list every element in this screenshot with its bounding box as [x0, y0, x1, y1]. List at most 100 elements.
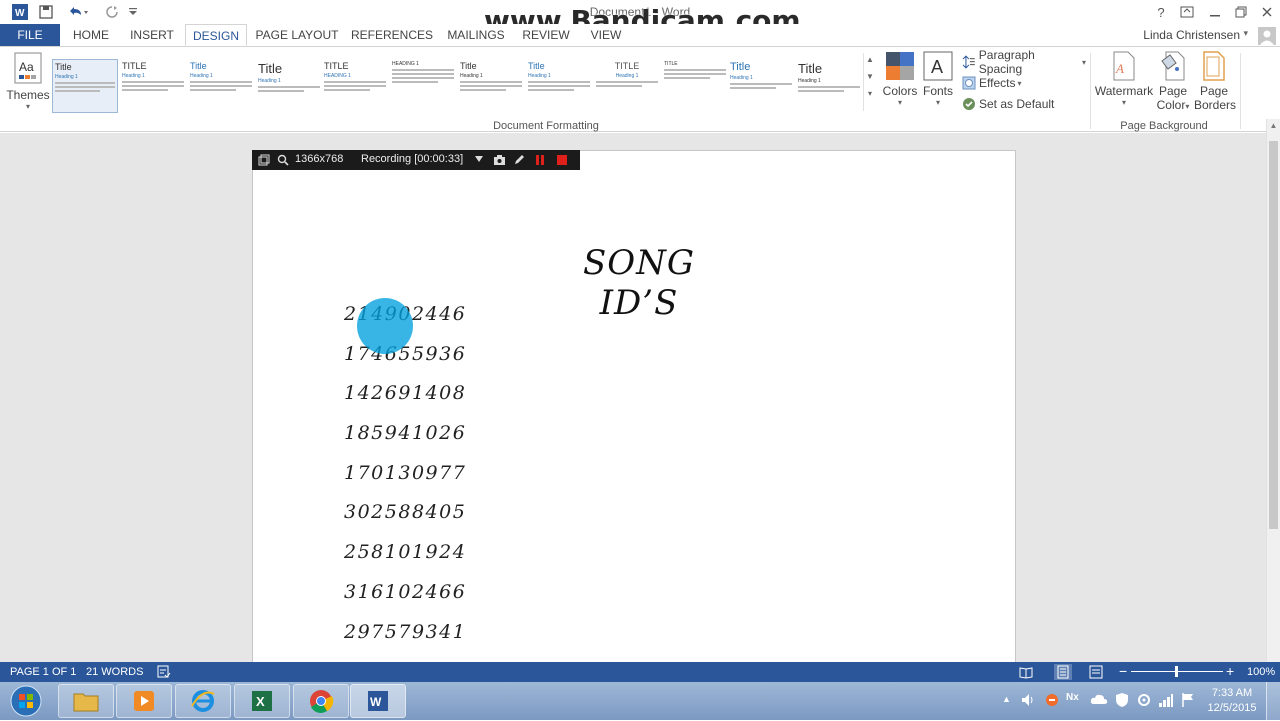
internet-explorer-icon: [191, 690, 215, 712]
customize-qat-icon[interactable]: [126, 3, 140, 21]
taskbar-explorer[interactable]: [58, 684, 114, 718]
style-set-thumbnail[interactable]: Title Heading 1: [52, 59, 118, 113]
user-avatar-icon[interactable]: [1258, 27, 1276, 45]
song-id-line: 302588405: [344, 501, 467, 523]
song-id-line: 174655936: [344, 343, 467, 365]
style-title: Title: [190, 61, 207, 71]
tab-design[interactable]: DESIGN: [185, 24, 247, 46]
action-center-flag-icon[interactable]: [1180, 692, 1196, 711]
web-layout-icon[interactable]: [1089, 665, 1103, 682]
page-borders-button[interactable]: Page Borders: [1194, 51, 1236, 115]
save-icon[interactable]: [36, 3, 56, 21]
zoom-in-icon[interactable]: +: [1226, 663, 1234, 679]
style-set-thumbnail[interactable]: TITLE: [662, 59, 728, 113]
chevron-down-icon: ▾: [25, 102, 30, 111]
taskbar-excel[interactable]: X: [234, 684, 290, 718]
colors-button[interactable]: Colors ▾: [882, 51, 918, 115]
taskbar-internet-explorer[interactable]: [175, 684, 231, 718]
user-account[interactable]: Linda Christensen: [1143, 28, 1240, 42]
page-borders-label-1: Page: [1199, 84, 1229, 98]
ribbon-display-options-icon[interactable]: [1174, 2, 1200, 22]
set-as-default-button[interactable]: Set as Default: [962, 95, 1062, 113]
document-page[interactable]: SONG ID’S 214902446 174655936 142691408 …: [252, 150, 1016, 662]
gallery-scroll: ▲ ▼ ▾: [863, 53, 876, 111]
style-set-thumbnail[interactable]: Title Heading 1: [728, 59, 794, 113]
tab-page-layout[interactable]: PAGE LAYOUT: [252, 24, 342, 46]
themes-button[interactable]: Aa Themes ▾: [6, 51, 50, 115]
tray-shield-icon[interactable]: [1114, 692, 1130, 711]
style-set-thumbnail[interactable]: Title Heading 1: [796, 59, 862, 113]
tab-mailings[interactable]: MAILINGS: [442, 24, 510, 46]
style-set-thumbnail[interactable]: TITLE Heading 1: [120, 59, 186, 113]
taskbar-chrome[interactable]: [293, 684, 349, 718]
style-set-thumbnail[interactable]: TITLE HEADING 1: [322, 59, 388, 113]
zoom-level[interactable]: 100%: [1247, 666, 1275, 678]
tab-file[interactable]: FILE: [0, 24, 60, 46]
capture-resolution: 1366x768: [295, 153, 344, 165]
proofing-icon[interactable]: [157, 665, 171, 682]
tab-view[interactable]: VIEW: [582, 24, 630, 46]
show-hidden-icons-icon[interactable]: ▲: [1002, 694, 1011, 704]
camera-icon[interactable]: [493, 154, 506, 169]
scroll-up-icon[interactable]: ▲: [1267, 121, 1280, 130]
tab-insert[interactable]: INSERT: [122, 24, 182, 46]
style-set-thumbnail[interactable]: TITLE Heading 1: [594, 59, 660, 113]
chevron-down-icon[interactable]: ▾: [1243, 28, 1248, 39]
page-color-label-2: Color▾: [1152, 98, 1194, 112]
tray-app-icon[interactable]: [1044, 692, 1060, 711]
onedrive-icon[interactable]: [1090, 692, 1108, 709]
stop-icon[interactable]: [556, 154, 568, 169]
window-mode-icon[interactable]: [258, 154, 270, 169]
pencil-icon[interactable]: [513, 154, 525, 169]
zoom-slider-thumb[interactable]: [1175, 666, 1178, 677]
paragraph-spacing-button[interactable]: Paragraph Spacing ▾: [962, 48, 1086, 76]
vertical-scrollbar[interactable]: ▲: [1266, 119, 1280, 662]
fonts-label: Fonts: [922, 84, 953, 98]
style-set-thumbnail[interactable]: Title Heading 1: [188, 59, 254, 113]
restore-button[interactable]: [1228, 2, 1254, 22]
dropdown-icon[interactable]: [474, 154, 484, 167]
language-icon[interactable]: Nx: [1066, 692, 1079, 703]
effects-button[interactable]: Effects ▾: [962, 74, 1042, 92]
scroll-thumb[interactable]: [1269, 141, 1278, 529]
tab-references[interactable]: REFERENCES: [350, 24, 434, 46]
gallery-up-icon[interactable]: ▲: [864, 55, 876, 64]
word-app-icon[interactable]: W: [10, 3, 30, 21]
group-divider: [1090, 53, 1091, 129]
help-button[interactable]: ?: [1148, 2, 1174, 22]
style-set-thumbnail[interactable]: Title Heading 1: [526, 59, 592, 113]
tab-review[interactable]: REVIEW: [514, 24, 578, 46]
tray-utility-icon[interactable]: [1136, 692, 1152, 711]
svg-text:W: W: [370, 695, 382, 709]
page-indicator[interactable]: PAGE 1 OF 1: [10, 666, 76, 678]
taskbar-media-player[interactable]: [116, 684, 172, 718]
minimize-button[interactable]: [1202, 2, 1228, 22]
taskbar-word[interactable]: W: [350, 684, 406, 718]
gallery-more-icon[interactable]: ▾: [864, 89, 876, 98]
redo-icon[interactable]: [102, 3, 122, 21]
pause-icon[interactable]: [534, 154, 546, 169]
status-bar: PAGE 1 OF 1 21 WORDS − + 100%: [0, 662, 1280, 682]
style-set-thumbnail[interactable]: Title Heading 1: [458, 59, 524, 113]
watermark-button[interactable]: A Watermark ▾: [1094, 51, 1154, 115]
volume-icon[interactable]: [1020, 692, 1036, 711]
show-desktop-button[interactable]: [1266, 682, 1280, 720]
song-id-line: 170130977: [344, 462, 467, 484]
gallery-down-icon[interactable]: ▼: [864, 72, 876, 81]
tab-home[interactable]: HOME: [64, 24, 118, 46]
word-count[interactable]: 21 WORDS: [86, 666, 143, 678]
start-button[interactable]: [8, 684, 44, 718]
undo-icon[interactable]: [64, 3, 92, 21]
style-set-thumbnail[interactable]: Title Heading 1: [256, 59, 322, 113]
network-icon[interactable]: [1158, 692, 1174, 711]
clock-date[interactable]: 12/5/2015: [1204, 702, 1260, 714]
read-mode-icon[interactable]: [1019, 665, 1033, 682]
page-color-button[interactable]: Page Color▾: [1152, 51, 1194, 115]
clock-time[interactable]: 7:33 AM: [1208, 687, 1256, 699]
print-layout-icon[interactable]: [1054, 664, 1072, 680]
magnifier-icon[interactable]: [277, 154, 289, 169]
style-set-thumbnail[interactable]: HEADING 1: [390, 59, 456, 113]
zoom-out-icon[interactable]: −: [1119, 663, 1127, 679]
close-button[interactable]: [1254, 2, 1280, 22]
fonts-button[interactable]: A Fonts ▾: [920, 51, 956, 115]
